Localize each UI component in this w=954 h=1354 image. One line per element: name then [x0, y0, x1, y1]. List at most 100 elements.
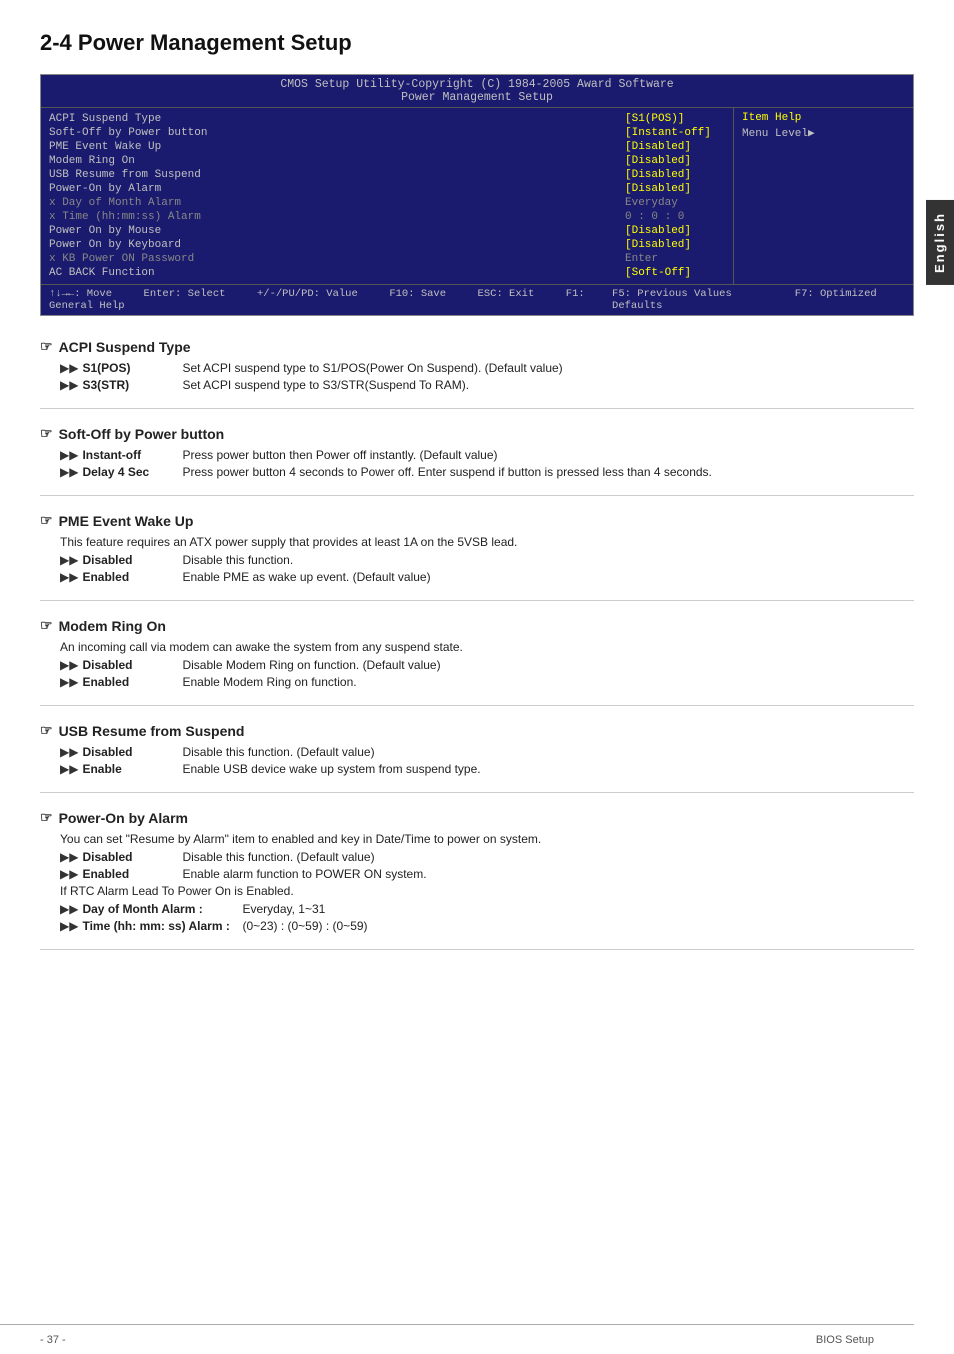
bios-row: x Day of Month AlarmEveryday	[49, 196, 725, 210]
bios-footer: ↑↓→←: Move Enter: Select +/-/PU/PD: Valu…	[41, 284, 913, 315]
section-header-modem-ring: Modem Ring On	[40, 617, 914, 634]
bios-row-label: USB Resume from Suspend	[49, 169, 625, 181]
bullet-arrow-icon: ▶▶	[60, 378, 78, 392]
sub-item: ▶▶DisabledDisable this function. (Defaul…	[60, 850, 914, 864]
sub-item: ▶▶ DisabledDisable this function. (Defaul…	[60, 745, 914, 759]
main-content: 2-4 Power Management Setup CMOS Setup Ut…	[40, 0, 914, 1046]
sub-item-desc: Set ACPI suspend type to S3/STR(Suspend …	[182, 378, 914, 392]
bios-row: Soft-Off by Power button[Instant-off]	[49, 126, 725, 140]
bios-row-value: [Disabled]	[625, 155, 725, 167]
sub-item: ▶▶ DisabledDisable this function.	[60, 553, 914, 567]
f10-hint: F10: Save	[389, 288, 446, 300]
section-header-acpi-suspend-type: ACPI Suspend Type	[40, 338, 914, 355]
section-header-power-on-alarm: Power-On by Alarm	[40, 809, 914, 826]
bios-row-value: [Disabled]	[625, 141, 725, 153]
section-header-soft-off: Soft-Off by Power button	[40, 425, 914, 442]
enter-hint: Enter: Select	[144, 288, 226, 300]
bios-header-line1: CMOS Setup Utility-Copyright (C) 1984-20…	[41, 78, 913, 91]
bullet-arrow-icon: ▶▶	[60, 850, 78, 864]
section-usb-resume: USB Resume from Suspend ▶▶ DisabledDisable…	[40, 722, 914, 776]
bios-footer-right: F5: Previous Values F7: Optimized Defaul…	[612, 288, 905, 312]
bios-row-label: x Day of Month Alarm	[49, 197, 625, 209]
sub-item-desc: Disable this function. (Default value)	[182, 745, 914, 759]
bullet-arrow-icon: ▶▶	[60, 465, 78, 479]
page-title: 2-4 Power Management Setup	[40, 30, 914, 56]
section-power-on-alarm: Power-On by Alarm You can set "Resume by …	[40, 809, 914, 933]
side-tab: English	[926, 200, 954, 285]
sub-item-label: Disabled	[82, 745, 182, 759]
esc-hint: ESC: Exit	[478, 288, 535, 300]
bullet-arrow-icon: ▶▶	[60, 361, 78, 375]
bios-row-value: [Soft-Off]	[625, 267, 725, 279]
item-help-title: Item Help	[742, 112, 905, 124]
bios-row-value: 0 : 0 : 0	[625, 211, 725, 223]
bios-row-label: Soft-Off by Power button	[49, 127, 625, 139]
sub-item-desc: Set ACPI suspend type to S1/POS(Power On…	[182, 361, 914, 375]
bios-row: USB Resume from Suspend[Disabled]	[49, 168, 725, 182]
bios-row-value: [Disabled]	[625, 239, 725, 251]
bios-row-value: [Disabled]	[625, 225, 725, 237]
bios-row: Power On by Keyboard[Disabled]	[49, 238, 725, 252]
section-pme-event: PME Event Wake UpThis feature requires a…	[40, 512, 914, 584]
bios-row: x KB Power ON PasswordEnter	[49, 252, 725, 266]
bios-row-label: Power On by Keyboard	[49, 239, 625, 251]
bios-body: ACPI Suspend Type[S1(POS)] Soft-Off by P…	[41, 108, 913, 284]
bios-footer-left: ↑↓→←: Move Enter: Select +/-/PU/PD: Valu…	[49, 288, 612, 312]
section-divider	[40, 949, 914, 950]
sub-item: ▶▶S3(STR)Set ACPI suspend type to S3/STR…	[60, 378, 914, 392]
section-desc: You can set "Resume by Alarm" item to en…	[60, 832, 914, 846]
sub-item-label: Enabled	[82, 675, 182, 689]
section-extra-desc: If RTC Alarm Lead To Power On is Enabled…	[60, 884, 914, 898]
sub-item-desc: Press power button 4 seconds to Power of…	[182, 465, 914, 479]
f5-hint: F5: Previous Values	[612, 288, 732, 300]
section-acpi-suspend-type: ACPI Suspend Type ▶▶S1(POS)Set ACPI suspe…	[40, 338, 914, 392]
extra-sub-item-desc: Everyday, 1~31	[242, 902, 914, 916]
bios-row-value: Enter	[625, 253, 725, 265]
sub-item-desc: Enable PME as wake up event. (Default va…	[182, 570, 914, 584]
bios-row: ACPI Suspend Type[S1(POS)]	[49, 112, 725, 126]
bios-row-value: [Instant-off]	[625, 127, 725, 139]
bios-row-label: Modem Ring On	[49, 155, 625, 167]
sub-item-desc: Enable USB device wake up system from su…	[182, 762, 914, 776]
sub-item-desc: Disable this function. (Default value)	[182, 850, 914, 864]
sub-item: ▶▶ DisabledDisable Modem Ring on function…	[60, 658, 914, 672]
menu-level: Menu Level▶	[742, 126, 905, 140]
sub-item-desc: Disable Modem Ring on function. (Default…	[182, 658, 914, 672]
sub-item: ▶▶EnableEnable USB device wake up system…	[60, 762, 914, 776]
bios-row: Power On by Mouse[Disabled]	[49, 224, 725, 238]
bios-row-label: x KB Power ON Password	[49, 253, 625, 265]
bios-header-line2: Power Management Setup	[41, 91, 913, 104]
page-number: - 37 -	[40, 1334, 66, 1346]
sub-item: ▶▶EnabledEnable PME as wake up event. (D…	[60, 570, 914, 584]
sub-item-label: Disabled	[82, 553, 182, 567]
sub-item: ▶▶S1(POS)Set ACPI suspend type to S1/POS…	[60, 361, 914, 375]
section-divider	[40, 408, 914, 409]
bullet-arrow-icon: ▶▶	[60, 448, 78, 462]
sub-item-desc: Enable alarm function to POWER ON system…	[182, 867, 914, 881]
sub-item-desc: Disable this function.	[182, 553, 914, 567]
sub-item: ▶▶EnabledEnable Modem Ring on function.	[60, 675, 914, 689]
bios-row-value: [Disabled]	[625, 169, 725, 181]
bios-row-value: [Disabled]	[625, 183, 725, 195]
section-header-pme-event: PME Event Wake Up	[40, 512, 914, 529]
bullet-arrow-icon: ▶▶	[60, 919, 78, 933]
bios-row: PME Event Wake Up[Disabled]	[49, 140, 725, 154]
sub-item-label: Delay 4 Sec	[82, 465, 182, 479]
extra-sub-item-label: Day of Month Alarm :	[82, 902, 242, 916]
section-header-usb-resume: USB Resume from Suspend	[40, 722, 914, 739]
sub-item-label: Enabled	[82, 570, 182, 584]
bottom-bar: - 37 - BIOS Setup	[0, 1324, 914, 1354]
bullet-arrow-icon: ▶▶	[60, 553, 78, 567]
bullet-arrow-icon: ▶▶	[60, 658, 78, 672]
bios-setup-label: BIOS Setup	[816, 1334, 874, 1346]
section-divider	[40, 600, 914, 601]
bios-item-help: Item Help Menu Level▶	[733, 108, 913, 284]
bios-row: AC BACK Function[Soft-Off]	[49, 266, 725, 280]
bullet-arrow-icon: ▶▶	[60, 902, 78, 916]
bios-setup-box: CMOS Setup Utility-Copyright (C) 1984-20…	[40, 74, 914, 316]
section-soft-off: Soft-Off by Power button▶▶Instant-offPre…	[40, 425, 914, 479]
bios-row-label: Power-On by Alarm	[49, 183, 625, 195]
section-desc: An incoming call via modem can awake the…	[60, 640, 914, 654]
sub-item-label: Disabled	[82, 658, 182, 672]
bullet-arrow-icon: ▶▶	[60, 745, 78, 759]
